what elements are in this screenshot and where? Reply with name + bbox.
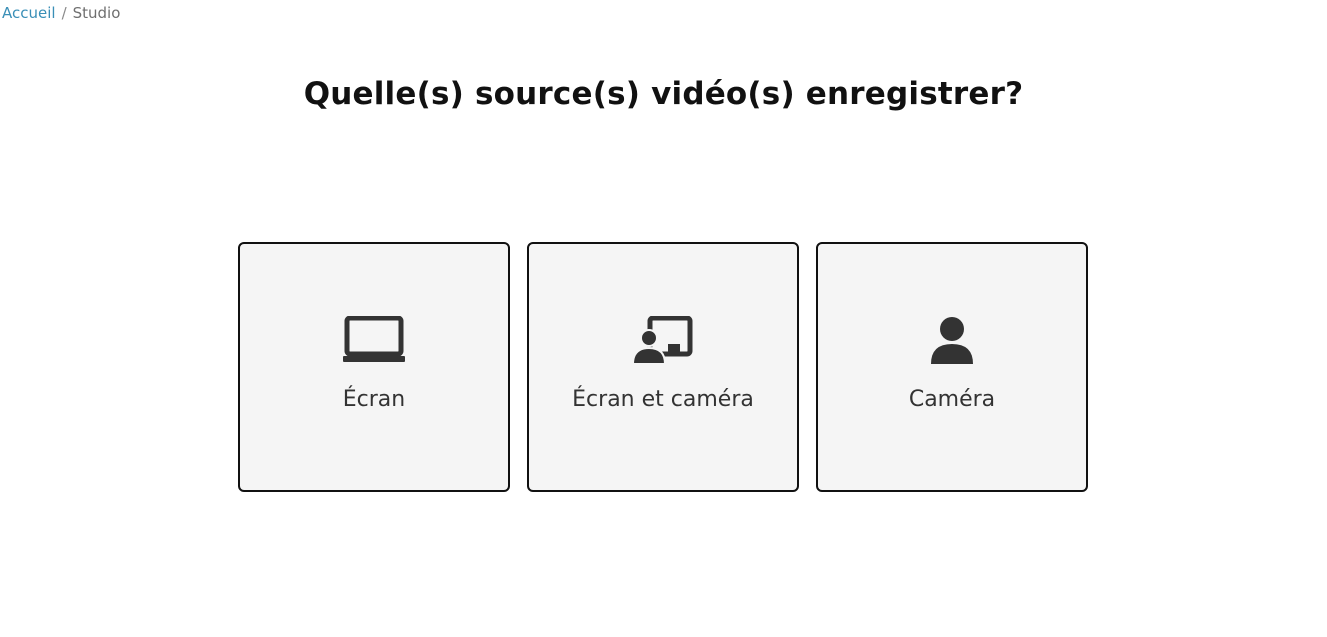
option-camera-button[interactable]: Caméra bbox=[816, 242, 1088, 492]
option-screen-and-camera-label: Écran et caméra bbox=[572, 387, 754, 412]
option-screen-and-camera-button[interactable]: Écran et caméra bbox=[527, 242, 799, 492]
laptop-icon bbox=[342, 315, 406, 367]
option-screen-label: Écran bbox=[342, 387, 406, 412]
user-icon bbox=[920, 315, 984, 367]
option-camera-label: Caméra bbox=[908, 387, 996, 412]
screen-and-camera-icon bbox=[631, 315, 695, 367]
breadcrumb: Accueil / Studio bbox=[2, 3, 120, 23]
page-title: Quelle(s) source(s) vidéo(s) enregistrer… bbox=[303, 76, 1024, 112]
source-options: Écran Écran et caméra Caméra bbox=[238, 242, 1088, 492]
breadcrumb-current: Studio bbox=[72, 4, 121, 22]
breadcrumb-home-link[interactable]: Accueil bbox=[2, 4, 56, 22]
breadcrumb-separator: / bbox=[61, 4, 67, 22]
option-screen-button[interactable]: Écran bbox=[238, 242, 510, 492]
